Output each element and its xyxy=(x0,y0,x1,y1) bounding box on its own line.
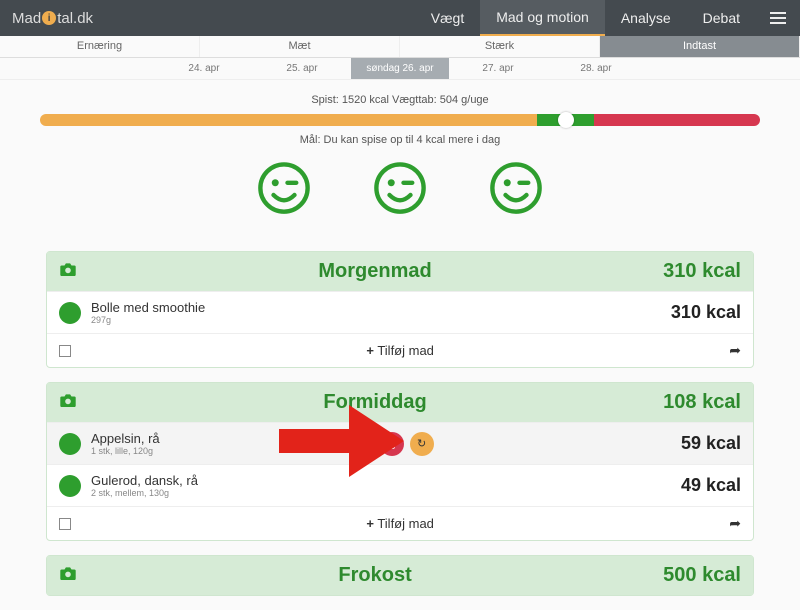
day-tab[interactable]: 28. apr xyxy=(547,58,645,79)
food-dot-icon xyxy=(59,475,81,497)
nav-vægt[interactable]: Vægt xyxy=(415,0,480,36)
meal-kcal: 108 kcal xyxy=(663,391,741,414)
add-food-button[interactable]: + Tilføj mad xyxy=(71,343,729,358)
meal-section: Formiddag108 kcalAppelsin, rå1 stk, lill… xyxy=(46,382,754,541)
summary-goal: Mål: Du kan spise op til 4 kcal mere i d… xyxy=(0,134,800,146)
food-detail: 297g xyxy=(91,315,205,325)
subtab-ernæring[interactable]: Ernæring xyxy=(0,36,200,57)
meal-kcal: 310 kcal xyxy=(663,260,741,283)
camera-icon[interactable] xyxy=(59,262,77,281)
food-dot-icon xyxy=(59,433,81,455)
food-row[interactable]: Appelsin, rå1 stk, lille, 120g✎🗑↻59 kcal xyxy=(47,422,753,464)
brand-post: tal.dk xyxy=(57,10,93,27)
summary-top: Spist: 1520 kcal Vægttab: 504 g/uge xyxy=(0,94,800,106)
checkbox[interactable] xyxy=(59,518,71,530)
food-kcal: 59 kcal xyxy=(681,433,741,454)
meal-section: Frokost500 kcal xyxy=(46,555,754,596)
day-tab[interactable]: søndag 26. apr xyxy=(351,58,449,79)
food-name: Gulerod, dansk, rå xyxy=(91,473,198,488)
brand-pre: Mad xyxy=(12,10,41,27)
meal-section: Morgenmad310 kcalBolle med smoothie297g3… xyxy=(46,251,754,368)
checkbox[interactable] xyxy=(59,345,71,357)
bar-knob[interactable] xyxy=(558,112,574,128)
subtab-mæt[interactable]: Mæt xyxy=(200,36,400,57)
subtab-indtast[interactable]: Indtast xyxy=(600,36,800,57)
food-dot-icon xyxy=(59,302,81,324)
food-name: Appelsin, rå xyxy=(91,431,160,446)
add-food-button[interactable]: + Tilføj mad xyxy=(71,516,729,531)
share-icon[interactable]: ➦ xyxy=(729,342,741,359)
day-tab[interactable]: 25. apr xyxy=(253,58,351,79)
refresh-icon[interactable]: ↻ xyxy=(410,432,434,456)
menu-icon[interactable] xyxy=(756,0,800,36)
food-name: Bolle med smoothie xyxy=(91,300,205,315)
food-kcal: 310 kcal xyxy=(671,302,741,323)
smiley-icon xyxy=(256,160,312,221)
camera-icon[interactable] xyxy=(59,393,77,412)
food-detail: 2 stk, mellem, 130g xyxy=(91,488,198,498)
day-tab[interactable]: 27. apr xyxy=(449,58,547,79)
brand-icon: i xyxy=(42,11,56,25)
food-detail: 1 stk, lille, 120g xyxy=(91,446,160,456)
nav-mad-og-motion[interactable]: Mad og motion xyxy=(480,0,605,36)
camera-icon[interactable] xyxy=(59,566,77,585)
food-row[interactable]: Bolle med smoothie297g 310 kcal xyxy=(47,291,753,333)
smiley-icon xyxy=(488,160,544,221)
meal-title: Morgenmad xyxy=(87,260,663,283)
day-tab[interactable]: 24. apr xyxy=(155,58,253,79)
share-icon[interactable]: ➦ xyxy=(729,515,741,532)
nav-debat[interactable]: Debat xyxy=(687,0,756,36)
subtab-stærk[interactable]: Stærk xyxy=(400,36,600,57)
calorie-bar xyxy=(40,114,760,126)
food-kcal: 49 kcal xyxy=(681,475,741,496)
smiley-icon xyxy=(372,160,428,221)
brand-logo: Mad i tal.dk xyxy=(0,0,105,36)
nav-analyse[interactable]: Analyse xyxy=(605,0,687,36)
